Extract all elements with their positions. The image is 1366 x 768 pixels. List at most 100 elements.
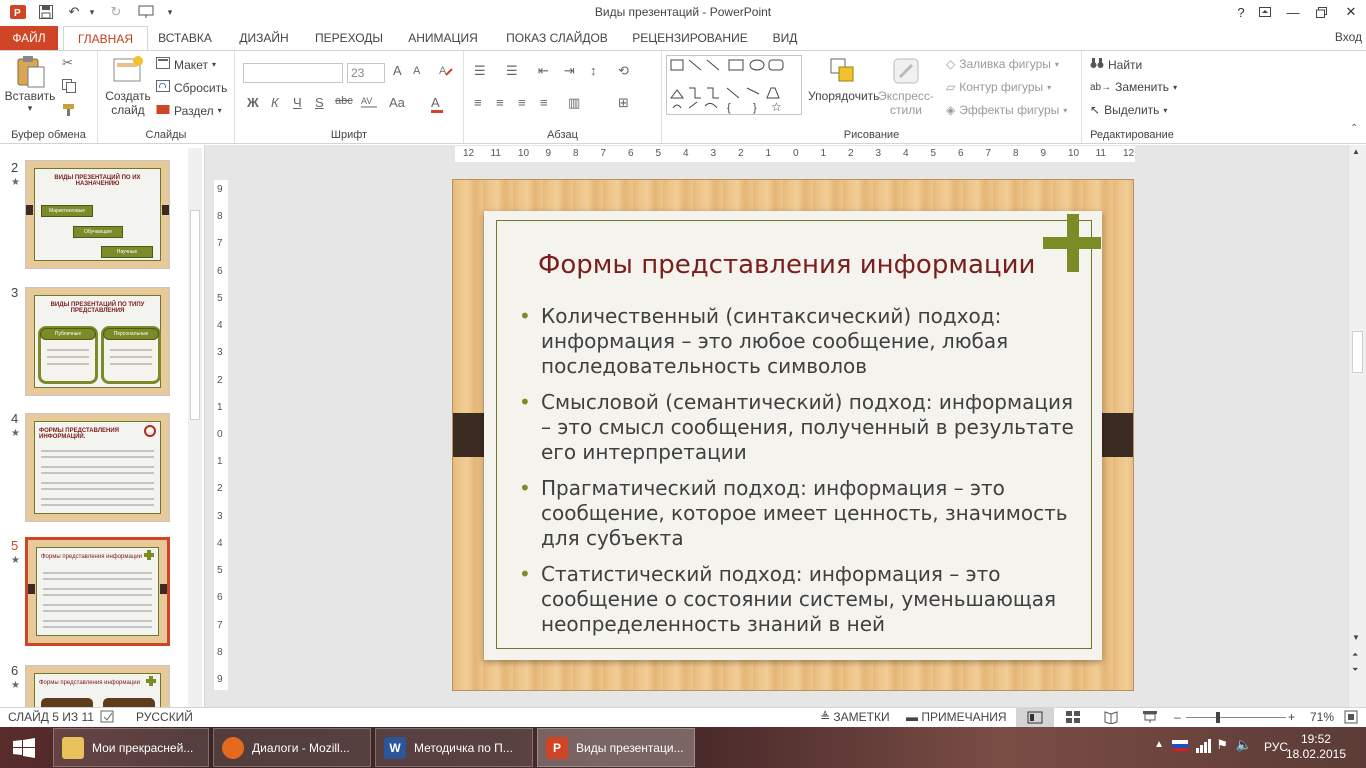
- columns-icon[interactable]: ▥: [568, 95, 580, 111]
- arrange-button[interactable]: Упорядочить: [808, 55, 879, 103]
- text-direction-icon[interactable]: ⟲: [618, 63, 629, 79]
- reading-view-icon[interactable]: [1104, 710, 1118, 727]
- slide-thumbnail-4[interactable]: ФОРМЫ ПРЕДСТАВЛЕНИЯ ИНФОРМАЦИИ.: [25, 413, 170, 522]
- quick-styles-button[interactable]: Экспресс-стили: [876, 55, 936, 117]
- align-text-icon[interactable]: ⊞: [618, 95, 629, 111]
- previous-slide-icon[interactable]: ⏶: [1352, 650, 1358, 660]
- start-button[interactable]: [0, 727, 48, 768]
- cut-icon[interactable]: ✂: [62, 55, 73, 71]
- tab-view[interactable]: ВИД: [764, 26, 806, 50]
- close-icon[interactable]: ✕: [1336, 0, 1366, 24]
- keyboard-language[interactable]: РУС: [1264, 740, 1288, 754]
- tab-home[interactable]: ГЛАВНАЯ: [63, 26, 148, 51]
- copy-icon[interactable]: [62, 79, 76, 96]
- show-hidden-icons[interactable]: ▲: [1154, 739, 1164, 750]
- clock[interactable]: 19:52 18.02.2015: [1286, 732, 1346, 762]
- tab-review[interactable]: РЕЦЕНЗИРОВАНИЕ: [626, 26, 754, 50]
- clear-formatting-icon[interactable]: A: [439, 63, 453, 80]
- justify-icon[interactable]: ≡: [540, 95, 548, 110]
- font-color-button[interactable]: A: [431, 95, 443, 113]
- spellcheck-icon[interactable]: [100, 710, 116, 727]
- zoom-level[interactable]: 71%: [1310, 710, 1334, 724]
- slide-thumbnail-5[interactable]: Формы представления информации: [25, 537, 170, 646]
- notes-button[interactable]: ≜ ЗАМЕТКИ: [820, 710, 890, 724]
- current-slide[interactable]: Формы представления информации Количеств…: [452, 179, 1134, 691]
- change-case-button[interactable]: Aa: [389, 95, 405, 110]
- replace-button[interactable]: ab→ Заменить ▾: [1090, 80, 1177, 94]
- new-slide-button[interactable]: Создать слайд: [102, 55, 154, 117]
- thumbnails-scrollbar[interactable]: [188, 148, 202, 708]
- font-name-field[interactable]: [243, 63, 343, 83]
- restore-icon[interactable]: [1306, 0, 1336, 24]
- numbering-icon[interactable]: ☰: [506, 63, 518, 79]
- align-left-icon[interactable]: ≡: [474, 95, 482, 110]
- increase-indent-icon[interactable]: ⇥: [564, 63, 575, 79]
- taskbar-item-powerpoint[interactable]: P Виды презентаци...: [537, 728, 695, 767]
- bold-button[interactable]: Ж: [247, 95, 259, 110]
- taskbar-item-word[interactable]: W Методичка по П...: [375, 728, 533, 767]
- slide-thumbnail-6[interactable]: Формы представления информации: [25, 665, 170, 707]
- slide-title[interactable]: Формы представления информации: [538, 250, 1035, 280]
- zoom-out-button[interactable]: –: [1174, 710, 1181, 724]
- thumbnails-scroll-thumb[interactable]: [190, 210, 200, 420]
- decrease-indent-icon[interactable]: ⇤: [538, 63, 549, 79]
- strikethrough-button[interactable]: abc: [335, 95, 353, 107]
- bullets-icon[interactable]: ☰: [474, 63, 486, 79]
- find-button[interactable]: Найти: [1090, 57, 1142, 72]
- next-slide-icon[interactable]: ⏷: [1352, 665, 1358, 675]
- slide-scrollbar[interactable]: ▲ ▼ ⏶ ⏷: [1348, 145, 1366, 707]
- tab-animation[interactable]: АНИМАЦИЯ: [398, 26, 488, 50]
- language-indicator[interactable]: РУССКИЙ: [136, 710, 193, 724]
- sign-in-link[interactable]: Вход: [1335, 30, 1362, 44]
- font-size-field[interactable]: 23: [347, 63, 385, 83]
- normal-view-button[interactable]: [1016, 708, 1054, 727]
- shapes-gallery[interactable]: { } ☆: [666, 55, 802, 115]
- slide-sorter-view-icon[interactable]: [1066, 710, 1080, 727]
- tab-slideshow[interactable]: ПОКАЗ СЛАЙДОВ: [498, 26, 616, 50]
- thumb-text-line: [41, 450, 154, 452]
- scroll-down-icon[interactable]: ▼: [1352, 633, 1360, 642]
- select-button[interactable]: ↖ Выделить ▾: [1090, 103, 1167, 117]
- slide-thumbnail-3[interactable]: ВИДЫ ПРЕЗЕНТАЦИЙ ПО ТИПУ ПРЕДСТАВЛЕНИЯ П…: [25, 287, 170, 396]
- notification-flag-icon[interactable]: ⚑: [1216, 737, 1228, 753]
- shadow-button[interactable]: S: [315, 95, 324, 110]
- scroll-up-icon[interactable]: ▲: [1352, 147, 1360, 156]
- tab-transitions[interactable]: ПЕРЕХОДЫ: [308, 26, 390, 50]
- grow-font-icon[interactable]: A: [393, 63, 402, 78]
- slide-thumbnail-2[interactable]: ВИДЫ ПРЕЗЕНТАЦИЙ ПО ИХ НАЗНАЧЕНИЮ Маркет…: [25, 160, 170, 269]
- volume-icon[interactable]: 🔈: [1236, 737, 1252, 753]
- comments-button[interactable]: ▬ ПРИМЕЧАНИЯ: [906, 710, 1007, 724]
- ribbon-display-options-icon[interactable]: [1250, 0, 1280, 24]
- zoom-in-button[interactable]: +: [1288, 710, 1295, 724]
- reset-button[interactable]: Сбросить: [156, 80, 227, 95]
- ribbon: Вставить ▾ ✂ Буфер обмена Создать слайд: [0, 50, 1366, 144]
- collapse-ribbon-icon[interactable]: ⌃: [1350, 123, 1358, 134]
- zoom-slider-handle[interactable]: [1216, 712, 1220, 723]
- shape-effects-button[interactable]: ◈ Эффекты фигуры ▾: [946, 103, 1067, 117]
- underline-button[interactable]: Ч: [293, 95, 302, 110]
- tab-insert[interactable]: ВСТАВКА: [152, 26, 218, 50]
- align-right-icon[interactable]: ≡: [518, 95, 526, 110]
- tab-file[interactable]: ФАЙЛ: [0, 26, 58, 50]
- section-button[interactable]: Раздел ▾: [156, 103, 222, 118]
- format-painter-icon[interactable]: [62, 103, 76, 120]
- taskbar-item-explorer[interactable]: Мои прекрасней...: [53, 728, 209, 767]
- minimize-icon[interactable]: —: [1278, 0, 1308, 24]
- network-signal-icon[interactable]: [1196, 739, 1212, 756]
- zoom-slider[interactable]: [1186, 717, 1286, 718]
- slide-body[interactable]: Количественный (синтаксический) подход: …: [519, 304, 1089, 648]
- italic-button[interactable]: К: [271, 95, 279, 110]
- align-center-icon[interactable]: ≡: [496, 95, 504, 110]
- paste-button[interactable]: Вставить ▾: [4, 55, 56, 114]
- layout-button[interactable]: Макет ▾: [156, 57, 216, 72]
- line-spacing-icon[interactable]: ↕: [590, 63, 597, 78]
- tab-design[interactable]: ДИЗАЙН: [230, 26, 298, 50]
- fit-slide-icon[interactable]: [1344, 710, 1358, 727]
- character-spacing-button[interactable]: AV: [361, 95, 379, 112]
- shrink-font-icon[interactable]: A: [413, 65, 420, 77]
- taskbar-item-firefox[interactable]: Диалоги - Mozill...: [213, 728, 371, 767]
- slideshow-view-icon[interactable]: [1142, 710, 1158, 727]
- slide-scroll-thumb[interactable]: [1352, 331, 1363, 373]
- shape-fill-button[interactable]: ◇ Заливка фигуры ▾: [946, 57, 1059, 71]
- shape-outline-button[interactable]: ▱ Контур фигуры ▾: [946, 80, 1051, 94]
